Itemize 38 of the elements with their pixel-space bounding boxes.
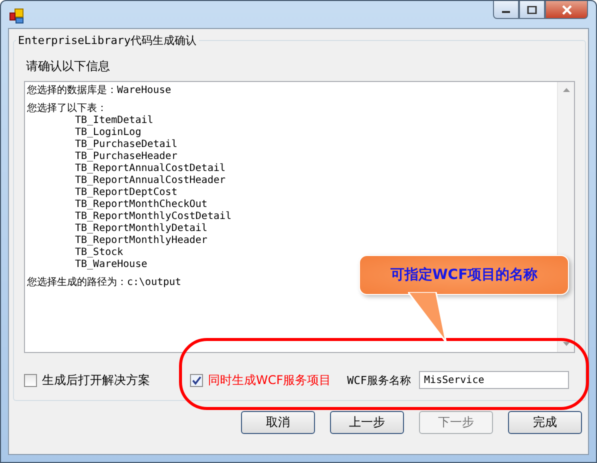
minimize-button[interactable]: [493, 1, 519, 19]
scroll-down-icon: [562, 342, 570, 346]
service-name-label: WCF服务名称: [347, 372, 412, 388]
table-name: TB_ReportAnnualCostHeader: [74, 175, 227, 187]
table-name: TB_ReportMonthlyCostDetail: [74, 211, 233, 223]
table-name: TB_ReportAnnualCostDetail: [74, 163, 227, 175]
checkbox[interactable]: [24, 374, 37, 386]
maximize-icon: [527, 6, 537, 14]
table-name: TB_PurchaseHeader: [74, 151, 178, 163]
table-name: TB_LoginLog: [74, 127, 142, 139]
table-name: TB_WareHouse: [74, 259, 148, 271]
app-icon: [9, 8, 25, 24]
group-title: EnterpriseLibrary代码生成确认: [17, 33, 198, 48]
callout-text: 可指定WCF项目的名称: [390, 266, 538, 284]
scroll-up-icon: [562, 88, 570, 92]
checkbox-label: 同时生成WCF服务项目: [208, 372, 332, 388]
summary-textbox[interactable]: [24, 81, 575, 353]
database-line: 您选择的数据库是：WareHouse: [27, 85, 172, 97]
table-name: TB_PurchaseDetail: [74, 139, 178, 151]
table-name: TB_Stock: [74, 247, 124, 259]
table-name: TB_ReportMonthCheckOut: [74, 199, 208, 211]
checkbox[interactable]: [190, 374, 203, 386]
checkbox-label: 生成后打开解决方案: [42, 372, 150, 388]
maximize-button[interactable]: [519, 1, 545, 19]
service-name-field[interactable]: MisService: [419, 371, 570, 389]
dialog-button[interactable]: 完成: [508, 411, 582, 434]
dialog-button[interactable]: 取消: [241, 411, 315, 434]
table-name: TB_ReportMonthlyDetail: [74, 223, 208, 235]
table-name: TB_ReportMonthlyHeader: [74, 235, 208, 247]
tables-heading: 您选择了以下表：: [27, 103, 108, 115]
table-name: TB_ReportDeptCost: [74, 187, 178, 199]
path-line: 您选择生成的路径为：c:\output: [27, 277, 182, 289]
dialog-button[interactable]: 上一步: [330, 411, 404, 434]
table-name: TB_ItemDetail: [74, 115, 154, 127]
close-button[interactable]: [545, 1, 588, 19]
checkmark-icon: [191, 374, 202, 386]
prompt-label: 请确认以下信息: [26, 58, 111, 75]
close-icon: [560, 4, 572, 14]
